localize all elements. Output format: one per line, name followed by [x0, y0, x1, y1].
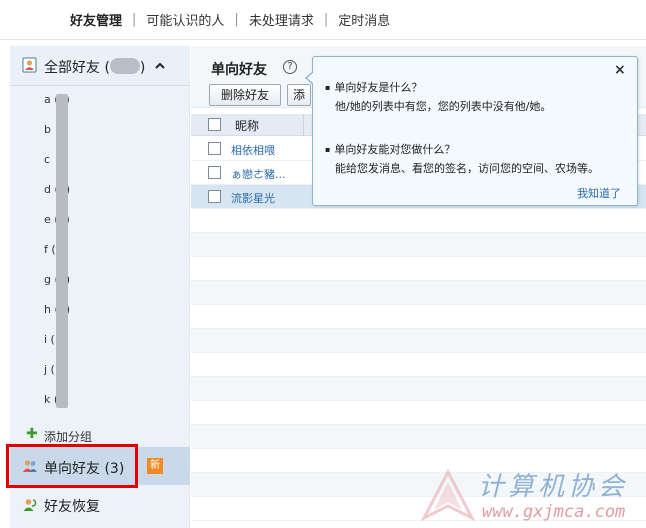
- popup-arrow-inner: [307, 72, 314, 84]
- empty-row: [191, 257, 646, 281]
- empty-row: [191, 353, 646, 377]
- group-item[interactable]: h (1): [10, 296, 190, 326]
- count-close: ): [139, 60, 146, 76]
- count-open: (: [104, 60, 110, 76]
- row-checkbox[interactable]: [208, 190, 221, 203]
- page: 好友管理 | 可能认识的人 | 未处理请求 | 定时消息 全部好友 () a b…: [0, 0, 646, 528]
- group-item[interactable]: e (5): [10, 206, 190, 236]
- group-item[interactable]: i (: [10, 326, 190, 356]
- empty-row: [191, 305, 646, 329]
- row-checkbox[interactable]: [208, 166, 221, 179]
- watermark-title: 计算机协会: [478, 472, 629, 502]
- watermark-url: www.gxjmca.com: [482, 502, 626, 522]
- group-item[interactable]: a (3): [10, 86, 190, 116]
- column-header-nickname[interactable]: 昵称: [235, 117, 259, 134]
- friend-nickname[interactable]: ぁ戀ㄜ豬...: [231, 166, 286, 182]
- close-icon[interactable]: ×: [614, 62, 626, 78]
- oneway-friends-label: 单向好友 (3): [44, 461, 125, 477]
- top-nav: 好友管理 | 可能认识的人 | 未处理请求 | 定时消息: [0, 0, 646, 40]
- empty-row: [191, 329, 646, 353]
- group-item[interactable]: j (: [10, 356, 190, 386]
- tab-scheduled-messages[interactable]: 定时消息: [338, 10, 390, 29]
- tab-people-you-may-know[interactable]: 可能认识的人: [146, 10, 224, 29]
- sidebar-item-oneway-friends[interactable]: 单向好友 (3) 新: [6, 444, 190, 488]
- friend-count-redacted: [109, 58, 140, 74]
- group-label: j (: [44, 363, 55, 376]
- row-checkbox[interactable]: [208, 142, 221, 155]
- tab-pending-requests[interactable]: 未处理请求: [249, 10, 314, 29]
- all-friends-label: 全部好友 (): [44, 57, 145, 77]
- popup-answer-2: 能给您发消息、看您的签名，访问您的空间、农场等。: [335, 162, 599, 175]
- popup-question-1: 单向好友是什么？: [325, 79, 422, 95]
- friend-nickname[interactable]: 流影星光: [231, 190, 275, 206]
- group-label: f (: [44, 243, 56, 256]
- all-friends-header[interactable]: 全部好友 (): [10, 46, 190, 86]
- new-badge: 新: [147, 458, 163, 474]
- popup-question-2: 单向好友能对您做什么？: [325, 141, 455, 157]
- nav-separator: |: [132, 12, 137, 27]
- watermark-logo: [420, 468, 476, 522]
- group-item[interactable]: c: [10, 146, 190, 176]
- empty-row: [191, 209, 646, 233]
- help-popup: × 单向好友是什么？ 他/她的列表中有您，您的列表中没有他/她。 单向好友能对您…: [305, 56, 638, 206]
- page-title: 单向好友: [211, 62, 267, 78]
- tab-friend-management[interactable]: 好友管理: [70, 10, 122, 29]
- empty-row: [191, 281, 646, 305]
- watermark: 计算机协会 www.gxjmca.com: [420, 466, 646, 528]
- nav-separator: |: [323, 12, 329, 27]
- nav-tabs: 好友管理 | 可能认识的人 | 未处理请求 | 定时消息: [70, 10, 390, 29]
- nav-separator: |: [234, 12, 239, 27]
- friend-nickname[interactable]: 相依相喂: [231, 142, 275, 158]
- restore-friends-icon: [23, 499, 37, 511]
- sidebar-item-restore-friends[interactable]: 好友恢复: [10, 487, 190, 523]
- sidebar: 全部好友 () a (3) b c d (7) e (5) f ( g (4) …: [6, 46, 190, 528]
- select-all-checkbox[interactable]: [208, 118, 221, 131]
- all-friends-text: 全部好友: [44, 60, 100, 76]
- group-item[interactable]: k (: [10, 386, 190, 416]
- group-label: b: [44, 123, 51, 136]
- restore-friends-label: 好友恢复: [44, 499, 100, 515]
- empty-row: [191, 425, 646, 449]
- empty-row: [191, 377, 646, 401]
- oneway-friends-icon: [23, 460, 37, 472]
- help-icon[interactable]: ?: [283, 60, 297, 74]
- popup-answer-1: 他/她的列表中有您，您的列表中没有他/她。: [335, 100, 552, 113]
- add-friend-button[interactable]: 添: [287, 84, 311, 106]
- column-divider: [303, 114, 304, 136]
- group-item[interactable]: g (4): [10, 266, 190, 296]
- group-label: c: [44, 153, 51, 166]
- redaction-bar: [56, 94, 68, 408]
- group-item[interactable]: b: [10, 116, 190, 146]
- contacts-icon: [22, 57, 37, 73]
- group-item[interactable]: d (7): [10, 176, 190, 206]
- empty-row: [191, 233, 646, 257]
- add-group-label: 添加分组: [44, 430, 93, 444]
- empty-row: [191, 401, 646, 425]
- got-it-link[interactable]: 我知道了: [577, 185, 621, 201]
- plus-icon: ✚: [26, 426, 38, 442]
- chevron-up-icon[interactable]: [150, 56, 170, 76]
- delete-friend-button[interactable]: 删除好友: [209, 84, 281, 106]
- group-label: i (: [44, 333, 55, 346]
- group-item[interactable]: f (: [10, 236, 190, 266]
